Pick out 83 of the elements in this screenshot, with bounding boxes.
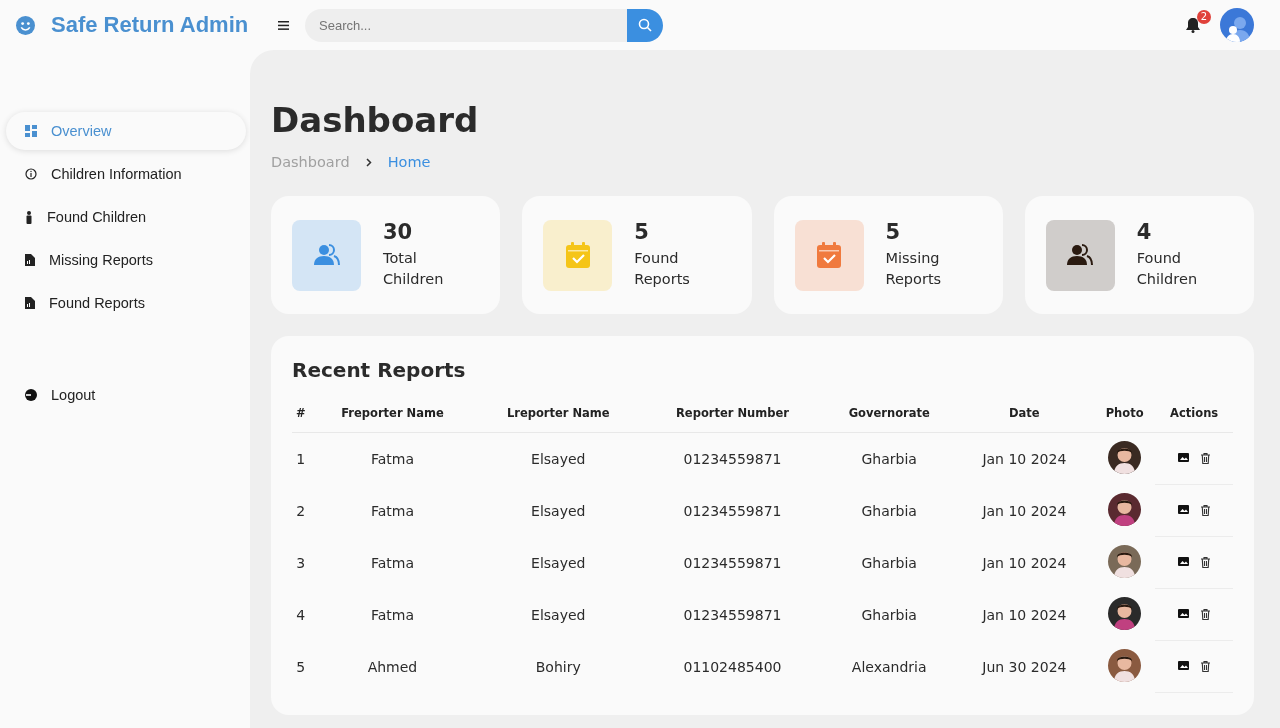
stat-value: 30	[383, 220, 414, 244]
stat-value: 4	[1136, 220, 1153, 244]
menu-icon[interactable]	[278, 20, 289, 30]
column-header: Reporter Number	[641, 402, 824, 433]
table-cell: 01234559871	[683, 606, 782, 623]
column-header: Lreporter Name	[475, 402, 642, 433]
image-icon[interactable]	[1178, 661, 1190, 672]
stat-label: Missing Reports	[885, 249, 943, 289]
user-avatar[interactable]	[1220, 8, 1254, 42]
table-cell: Fatma	[370, 502, 414, 519]
table-cell: 2	[296, 502, 306, 519]
search-button[interactable]	[627, 8, 663, 42]
calendar-check-icon	[565, 242, 590, 268]
table-cell: Jan 10 2024	[982, 606, 1067, 623]
table-cell: Elsayed	[531, 502, 586, 519]
notification-badge: 2	[1197, 9, 1211, 24]
stat-value: 5	[634, 220, 650, 244]
table-cell: Elsayed	[531, 450, 586, 467]
stat-label: Found Children	[1136, 249, 1199, 289]
table-cell: Gharbia	[861, 606, 917, 623]
image-icon[interactable]	[1178, 505, 1190, 516]
users-icon	[1067, 244, 1094, 266]
section-title: Recent Reports	[292, 358, 467, 382]
person-icon	[25, 210, 33, 224]
info-icon	[25, 168, 37, 180]
file-icon	[25, 297, 35, 309]
search-icon	[638, 18, 652, 32]
table-cell: Elsayed	[531, 554, 586, 571]
file-icon	[25, 254, 35, 266]
table-cell: 1	[296, 450, 306, 467]
table-cell: Gharbia	[861, 554, 917, 571]
page-title: Dashboard	[271, 100, 480, 140]
delete-icon[interactable]	[1201, 453, 1211, 464]
table-cell: 01102485400	[683, 658, 782, 675]
table-cell: Jan 10 2024	[982, 450, 1067, 467]
table-cell: 01234559871	[683, 450, 782, 467]
users-icon	[313, 244, 340, 266]
table-cell: Fatma	[370, 606, 414, 623]
table-cell: Fatma	[370, 554, 414, 571]
column-header: #	[292, 402, 310, 433]
column-header: Actions	[1155, 402, 1233, 433]
column-header: Governorate	[823, 402, 955, 433]
column-header: Photo	[1094, 402, 1156, 433]
bell-icon[interactable]	[1186, 17, 1200, 33]
image-icon[interactable]	[1178, 609, 1190, 620]
search-field[interactable]: Search...	[305, 8, 627, 42]
table-cell: Elsayed	[531, 606, 586, 623]
stat-label: Total Children	[383, 249, 445, 289]
table-cell: Jun 30 2024	[982, 658, 1067, 675]
grid-icon	[25, 125, 37, 137]
stat-label: Found Reports	[634, 249, 691, 289]
table-cell: Fatma	[370, 450, 414, 467]
table-cell: Bohiry	[535, 658, 581, 675]
table-cell: 01234559871	[683, 502, 782, 519]
brand-title: Safe Return Admin	[51, 12, 249, 38]
image-icon[interactable]	[1178, 453, 1190, 464]
delete-icon[interactable]	[1201, 505, 1211, 516]
sidebar-item[interactable]: Missing Reports	[6, 241, 246, 279]
table-cell: Gharbia	[861, 502, 917, 519]
smiley-icon	[16, 15, 35, 35]
calendar-check-icon	[817, 242, 841, 268]
table-cell: Gharbia	[861, 450, 917, 467]
sidebar-item[interactable]: Found Children	[6, 198, 246, 236]
delete-icon[interactable]	[1201, 557, 1211, 568]
column-header: Date	[954, 402, 1094, 433]
column-header: Freporter Name	[309, 402, 476, 433]
sidebar-item[interactable]: Found Reports	[6, 284, 246, 322]
table-cell: 5	[296, 658, 306, 675]
image-icon[interactable]	[1178, 557, 1190, 568]
table-cell: Jan 10 2024	[982, 554, 1067, 571]
stat-value: 5	[885, 220, 902, 244]
delete-icon[interactable]	[1201, 661, 1211, 672]
table-cell: Ahmed	[367, 658, 418, 675]
table-cell: Jan 10 2024	[982, 502, 1067, 519]
chevron-icon	[365, 157, 372, 167]
logout-icon	[25, 389, 37, 401]
table-cell: 4	[296, 606, 306, 623]
delete-icon[interactable]	[1201, 609, 1211, 620]
table-cell: Alexandria	[851, 658, 927, 675]
logout-link[interactable]: Logout	[6, 376, 246, 414]
table-cell: 01234559871	[683, 554, 782, 571]
table-cell: 3	[296, 554, 306, 571]
sidebar-item[interactable]: Children Information	[6, 155, 246, 193]
